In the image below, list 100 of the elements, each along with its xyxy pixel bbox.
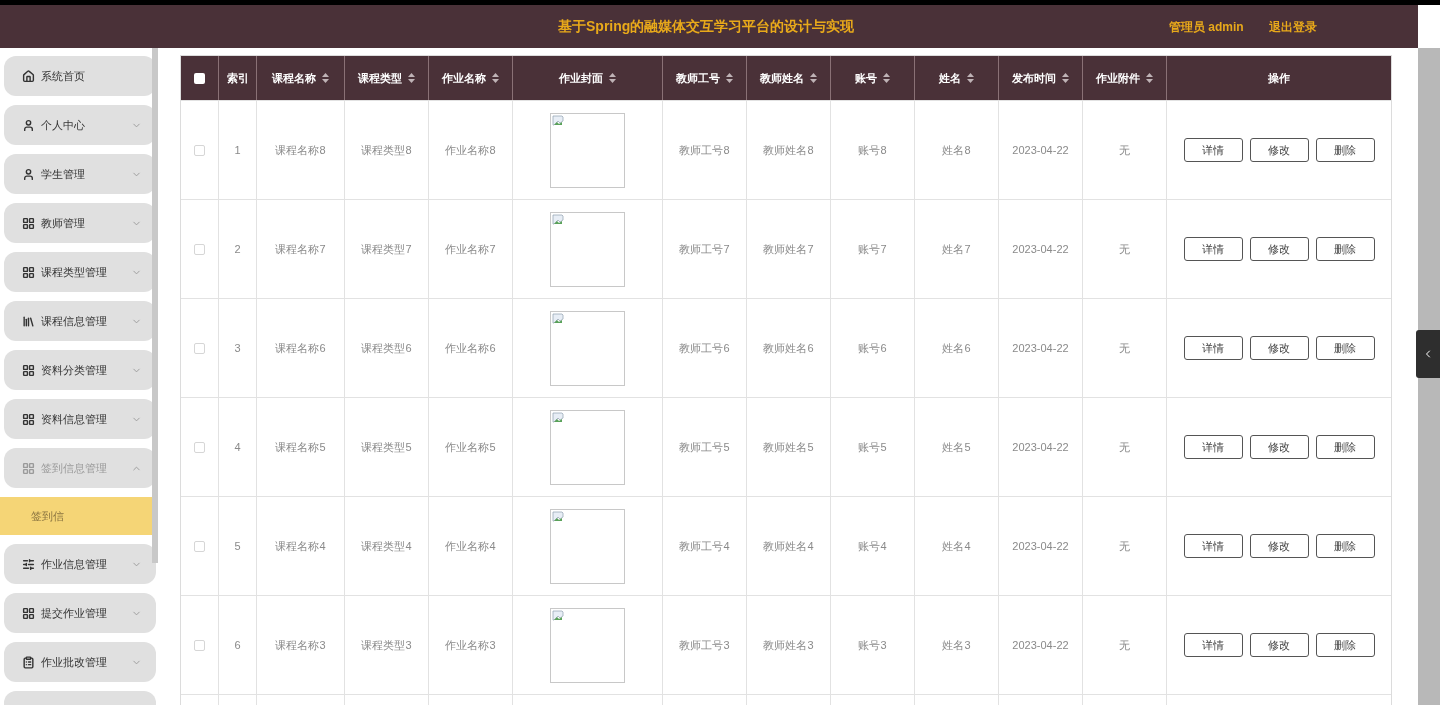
table-cell-text: 作业名称8 [445, 142, 496, 158]
action-button[interactable]: 修改 [1249, 435, 1309, 459]
table-cell-text: 课程类型4 [361, 538, 412, 554]
broken-image-icon [552, 609, 564, 622]
table-cell-text: 姓名8 [942, 142, 971, 158]
row-checkbox[interactable] [194, 441, 205, 453]
table-cell-text: 账号3 [858, 637, 887, 653]
index-cell-text: 3 [234, 340, 241, 356]
logout-link[interactable]: 退出登录 [1269, 17, 1317, 36]
action-button[interactable]: 详情 [1183, 336, 1243, 360]
table-cell-text: 2023-04-22 [1012, 637, 1069, 653]
row-checkbox[interactable] [194, 243, 205, 255]
action-button[interactable]: 删除 [1315, 237, 1375, 261]
column-header: 作业附件 [1096, 70, 1140, 86]
table-cell-text: 账号6 [858, 340, 887, 356]
action-button[interactable]: 详情 [1183, 633, 1243, 657]
page-scrollbar[interactable] [1418, 48, 1440, 705]
sort-icon[interactable] [810, 73, 817, 83]
action-button[interactable]: 删除 [1315, 435, 1375, 459]
column-header: 姓名 [939, 70, 961, 86]
sort-icon[interactable] [609, 73, 616, 83]
table-cell-text: 课程名称8 [275, 142, 326, 158]
table-cell-text: 教师姓名7 [763, 241, 814, 257]
column-header: 课程名称 [272, 70, 316, 86]
row-checkbox[interactable] [194, 540, 205, 552]
table-cell-text: 教师姓名6 [763, 340, 814, 356]
table-cell-text: 账号8 [858, 142, 887, 158]
sort-icon[interactable] [492, 73, 499, 83]
table-cell-text: 2023-04-22 [1012, 340, 1069, 356]
action-button[interactable]: 修改 [1249, 336, 1309, 360]
table-cell-text: 课程类型5 [361, 439, 412, 455]
user-icon [22, 167, 35, 181]
table-cell-text: 账号5 [858, 439, 887, 455]
grid-icon [22, 412, 35, 426]
scrollbar[interactable] [152, 48, 158, 563]
table-cell-text: 作业名称4 [445, 538, 496, 554]
sort-icon[interactable] [1146, 73, 1153, 83]
table-cell-text: 无 [1119, 340, 1130, 356]
action-button[interactable]: 详情 [1183, 435, 1243, 459]
row-checkbox[interactable] [194, 342, 205, 354]
sort-icon[interactable] [967, 73, 974, 83]
app-title: 基于Spring的融媒体交互学习平台的设计与实现 [558, 17, 855, 36]
table-cell-text: 教师姓名8 [763, 142, 814, 158]
action-button[interactable]: 修改 [1249, 237, 1309, 261]
column-header: 作业名称 [442, 70, 486, 86]
books-icon [22, 314, 35, 328]
action-button[interactable]: 删除 [1315, 534, 1375, 558]
sliders-icon [22, 557, 35, 571]
sidebar-item[interactable]: 作业批改管理 [4, 642, 156, 682]
action-button[interactable]: 详情 [1183, 237, 1243, 261]
table-cell-text: 教师工号5 [679, 439, 730, 455]
table-cell-text: 教师工号7 [679, 241, 730, 257]
table-cell-text: 课程名称5 [275, 439, 326, 455]
user-label: 管理员 admin [1169, 18, 1244, 36]
sort-icon[interactable] [322, 73, 329, 83]
action-button[interactable]: 修改 [1249, 534, 1309, 558]
broken-image-icon [552, 411, 564, 424]
action-button[interactable]: 详情 [1183, 138, 1243, 162]
action-button[interactable]: 删除 [1315, 633, 1375, 657]
broken-image-icon [552, 312, 564, 325]
grid-icon [22, 363, 35, 377]
action-button[interactable]: 修改 [1249, 633, 1309, 657]
row-checkbox[interactable] [194, 144, 205, 156]
action-button[interactable]: 删除 [1315, 138, 1375, 162]
broken-image-icon [552, 510, 564, 523]
row-checkbox[interactable] [194, 639, 205, 651]
table-cell-text: 课程类型3 [361, 637, 412, 653]
table-cell-text: 课程名称4 [275, 538, 326, 554]
column-header: 教师工号 [676, 70, 720, 86]
column-header: 教师姓名 [760, 70, 804, 86]
table-cell-text: 作业名称7 [445, 241, 496, 257]
column-header: 作业封面 [559, 70, 603, 86]
sort-icon[interactable] [1062, 73, 1069, 83]
select-all-checkbox[interactable] [194, 72, 205, 84]
index-cell-text: 4 [234, 439, 241, 455]
user-icon [22, 118, 35, 132]
table-cell-text: 教师工号4 [679, 538, 730, 554]
table-cell-text: 课程类型8 [361, 142, 412, 158]
action-button[interactable]: 删除 [1315, 336, 1375, 360]
table-cell-text: 账号7 [858, 241, 887, 257]
table-cell-text: 教师姓名3 [763, 637, 814, 653]
table-cell-text: 教师姓名5 [763, 439, 814, 455]
table-cell-text: 课程名称6 [275, 340, 326, 356]
sidebar-item[interactable]: 提交作业管理 [4, 593, 156, 633]
action-button[interactable]: 详情 [1183, 534, 1243, 558]
sidebar-item[interactable]: 作业信息管理 [4, 544, 156, 584]
column-header: 索引 [226, 70, 249, 86]
table-cell-text: 姓名4 [942, 538, 971, 554]
sort-icon[interactable] [726, 73, 733, 83]
column-header: 操作 [1268, 70, 1290, 86]
action-button[interactable]: 修改 [1249, 138, 1309, 162]
sort-icon[interactable] [408, 73, 415, 83]
grid-icon [22, 606, 35, 620]
table-cell-text: 2023-04-22 [1012, 538, 1069, 554]
sort-icon[interactable] [883, 73, 890, 83]
table-cell-text: 教师工号3 [679, 637, 730, 653]
table-cell-text: 姓名5 [942, 439, 971, 455]
table-cell-text: 课程名称3 [275, 637, 326, 653]
clipboard-icon [22, 655, 35, 669]
table-cell-text: 无 [1119, 538, 1130, 554]
